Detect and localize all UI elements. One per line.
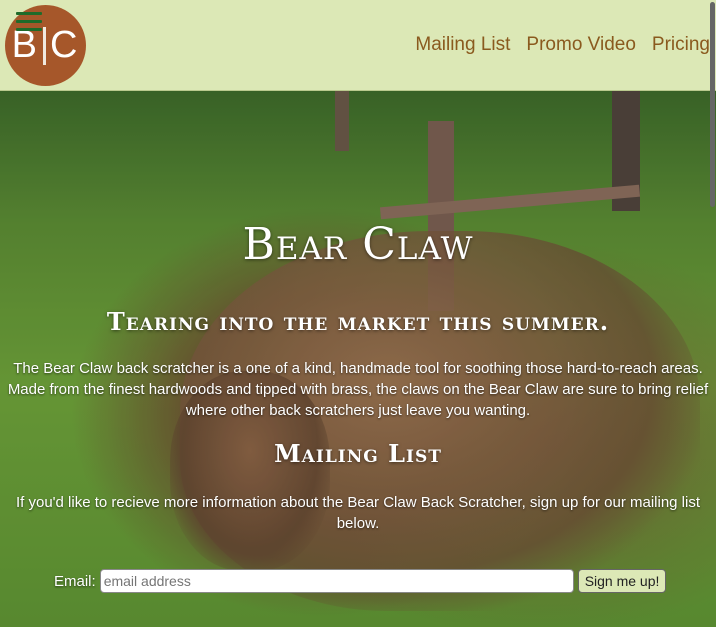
email-input[interactable] xyxy=(99,569,574,593)
hero-section: Bear Claw Tearing into the market this s… xyxy=(0,91,716,627)
menu-line xyxy=(16,12,42,15)
hero-subtitle: Tearing into the market this summer. xyxy=(106,307,610,336)
sign-up-button[interactable]: Sign me up! xyxy=(577,569,667,593)
main-nav: Mailing List Promo Video Pricing xyxy=(415,34,710,56)
menu-line xyxy=(16,28,42,31)
nav-link-mailing-list[interactable]: Mailing List xyxy=(415,34,510,56)
hero-title: Bear Claw xyxy=(242,219,474,270)
mailing-list-heading: Mailing List xyxy=(274,439,442,468)
logo-divider xyxy=(42,26,46,65)
email-label: Email: xyxy=(54,572,96,590)
nav-link-promo-video[interactable]: Promo Video xyxy=(526,34,636,56)
signup-form: Email: Sign me up! xyxy=(54,569,667,593)
nav-link-pricing[interactable]: Pricing xyxy=(652,34,710,56)
site-header: B C Mailing List Promo Video Pricing xyxy=(0,0,716,91)
hero-content: Bear Claw Tearing into the market this s… xyxy=(0,91,716,627)
hamburger-menu-icon[interactable] xyxy=(16,12,42,34)
page-scrollbar[interactable] xyxy=(710,2,715,207)
mailing-list-text: If you'd like to recieve more informatio… xyxy=(15,494,701,532)
logo-letter-c: C xyxy=(49,24,80,66)
menu-line xyxy=(16,20,42,23)
hero-description: The Bear Claw back scratcher is a one of… xyxy=(7,360,709,419)
